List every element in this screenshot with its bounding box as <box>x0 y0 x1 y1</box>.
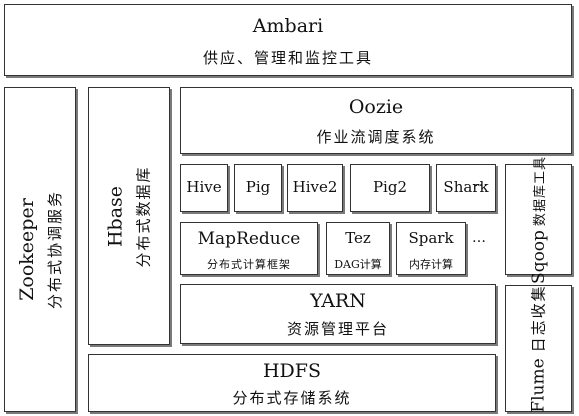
spark-subtitle: 内存计算 <box>409 258 453 271</box>
hive-label: Hive <box>186 178 222 196</box>
flume-title: Flume <box>529 358 550 413</box>
hbase-subtitle: 分布式数据库 <box>134 164 153 268</box>
engines-ellipsis: … <box>474 174 489 190</box>
oozie-title: Oozie <box>348 96 404 118</box>
pig-label: Pig <box>245 178 271 196</box>
ambari-title: Ambari <box>252 15 324 37</box>
spark-box: Spark 内存计算 <box>396 222 466 275</box>
hive2-box: Hive2 <box>287 164 343 212</box>
compute-ellipsis: … <box>472 230 487 246</box>
mapreduce-title: MapReduce <box>197 229 301 249</box>
mapreduce-subtitle: 分布式计算框架 <box>207 258 291 271</box>
hdfs-title: HDFS <box>262 360 321 382</box>
ambari-box: Ambari 供应、管理和监控工具 <box>4 4 572 76</box>
sqoop-box: Sqoop 数据库工具 <box>505 156 572 283</box>
yarn-box: YARN 资源管理平台 <box>180 284 496 344</box>
hdfs-subtitle: 分布式存储系统 <box>232 389 352 407</box>
tez-title: Tez <box>345 229 371 247</box>
oozie-subtitle: 作业流调度系统 <box>316 128 436 146</box>
flume-subtitle: 日志收集 <box>530 284 549 353</box>
yarn-subtitle: 资源管理平台 <box>286 320 389 338</box>
hbase-box: Hbase 分布式数据库 <box>88 87 170 345</box>
ambari-subtitle: 供应、管理和监控工具 <box>202 49 373 67</box>
pig2-label: Pig2 <box>372 178 408 196</box>
oozie-box: Oozie 作业流调度系统 <box>180 87 572 154</box>
mapreduce-box: MapReduce 分布式计算框架 <box>180 222 318 275</box>
zookeeper-title: Zookeeper <box>15 198 38 301</box>
pig-box: Pig <box>234 164 282 212</box>
hive-box: Hive <box>180 164 228 212</box>
flume-box: Flume 日志收集 <box>505 284 572 413</box>
sqoop-subtitle: 数据库工具 <box>532 155 548 226</box>
hbase-title: Hbase <box>104 185 127 247</box>
hive2-label: Hive2 <box>292 178 338 196</box>
spark-title: Spark <box>408 229 454 247</box>
pig2-box: Pig2 <box>350 164 430 212</box>
sqoop-title: Sqoop <box>528 229 549 284</box>
tez-box: Tez DAG计算 <box>326 222 390 275</box>
zookeeper-subtitle: 分布式协调服务 <box>45 189 64 310</box>
hdfs-box: HDFS 分布式存储系统 <box>88 354 496 412</box>
yarn-title: YARN <box>310 290 366 312</box>
tez-subtitle: DAG计算 <box>334 258 382 271</box>
zookeeper-box: Zookeeper 分布式协调服务 <box>4 87 76 412</box>
